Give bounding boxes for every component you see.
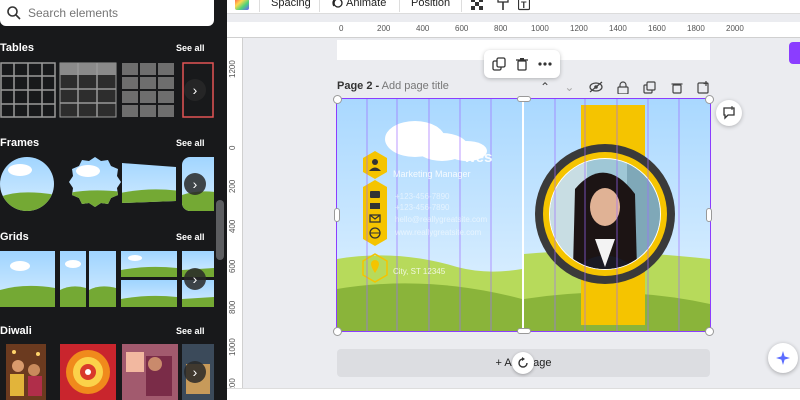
section-title-grids: Grids xyxy=(0,231,29,243)
card-website[interactable]: www.reallygreatsite.com xyxy=(395,228,481,237)
ruler-tick: 1200 xyxy=(570,24,588,33)
ruler-tick: 600 xyxy=(455,24,469,33)
table-thumbnails[interactable] xyxy=(0,62,214,118)
ruler-tick: 800 xyxy=(228,300,237,314)
ruler-horizontal: 0 200 400 600 800 1000 1200 1400 1600 18… xyxy=(227,22,800,38)
animate-label: Animate xyxy=(346,0,387,9)
canva-editor: Tables See all › xyxy=(0,0,800,400)
page-label: Page 2 - xyxy=(337,80,380,92)
hide-page-icon[interactable] xyxy=(589,81,603,93)
search-bar[interactable] xyxy=(0,0,214,26)
resize-handle-tr[interactable] xyxy=(705,95,714,104)
editor-toolbar: Spacing Animate Position T xyxy=(227,0,800,14)
section-title-diwali: Diwali xyxy=(0,325,32,337)
resize-handle-left[interactable] xyxy=(334,208,340,222)
paint-roller-icon[interactable] xyxy=(497,0,509,11)
magic-assistant-button[interactable] xyxy=(768,343,798,373)
comment-icon xyxy=(723,106,735,120)
card-phone-1[interactable]: +123-456-7890 xyxy=(395,192,450,201)
grid-thumbnails[interactable] xyxy=(0,250,214,308)
add-comment-button[interactable] xyxy=(716,100,742,126)
delete-page-icon[interactable] xyxy=(671,81,683,94)
spacing-button[interactable]: Spacing xyxy=(271,0,311,9)
ruler-tick: 1800 xyxy=(687,24,705,33)
card-job-title[interactable]: Marketing Manager xyxy=(393,169,471,179)
animate-button[interactable]: Animate xyxy=(331,0,386,9)
search-input[interactable] xyxy=(28,6,198,20)
ruler-tick: 0 xyxy=(228,145,237,150)
card-phone-2[interactable]: +123-456-7890 xyxy=(395,203,450,212)
search-icon xyxy=(7,6,21,20)
diwali-next-arrow[interactable]: › xyxy=(184,361,206,383)
trash-icon[interactable] xyxy=(515,57,529,71)
diwali-row: › xyxy=(0,344,214,400)
color-picker-icon[interactable] xyxy=(235,0,249,12)
frames-row: › xyxy=(0,155,214,213)
panel-scrollbar[interactable] xyxy=(216,200,224,260)
resize-handle-bottom[interactable] xyxy=(517,328,531,334)
page-controls: ⌃ ⌄ xyxy=(540,78,710,96)
ruler-tick: 2000 xyxy=(726,24,744,33)
resize-handle-right[interactable] xyxy=(706,208,712,222)
ruler-tick: 1400 xyxy=(609,24,627,33)
diwali-thumbnails[interactable] xyxy=(0,344,214,400)
ruler-tick: 400 xyxy=(228,219,237,233)
duplicate-page-icon[interactable] xyxy=(643,80,656,94)
lock-icon[interactable] xyxy=(617,80,629,94)
duplicate-icon[interactable] xyxy=(492,57,506,71)
ruler-tick: 200 xyxy=(377,24,391,33)
page-header[interactable]: Page 2 - Add page title xyxy=(337,80,449,92)
ruler-tick: 800 xyxy=(494,24,508,33)
position-label: Position xyxy=(411,0,451,9)
ruler-tick: 0 xyxy=(339,24,344,33)
frame-thumbnails[interactable] xyxy=(0,155,214,213)
sparkle-icon xyxy=(776,351,790,365)
rotate-button[interactable] xyxy=(512,352,534,374)
card-address[interactable]: City, ST 12345 xyxy=(393,267,445,276)
svg-text:T: T xyxy=(521,0,527,10)
animate-icon xyxy=(332,0,343,8)
spacing-label: Spacing xyxy=(271,0,311,9)
grids-row: › xyxy=(0,250,214,308)
ruler-tick: 1200 xyxy=(228,60,237,78)
card-email[interactable]: hello@reallygreatsite.com xyxy=(395,215,487,224)
ruler-vertical: 1200 0 200 400 600 800 1000 1200 xyxy=(227,38,243,400)
frames-next-arrow[interactable]: › xyxy=(184,173,206,195)
resize-handle-bl[interactable] xyxy=(333,327,342,336)
chevron-up-icon[interactable]: ⌃ xyxy=(540,80,550,94)
add-page-icon[interactable] xyxy=(697,80,710,94)
ruler-tick: 1000 xyxy=(228,338,237,356)
rotate-icon xyxy=(518,357,528,368)
more-options-icon[interactable] xyxy=(538,57,552,71)
ruler-tick: 200 xyxy=(228,179,237,193)
position-button[interactable]: Position xyxy=(411,0,450,9)
see-all-tables[interactable]: See all xyxy=(176,43,205,53)
see-all-frames[interactable]: See all xyxy=(176,138,205,148)
elements-panel: Tables See all › xyxy=(0,0,227,400)
bottom-status-bar xyxy=(227,388,800,400)
element-action-bar xyxy=(484,50,560,78)
text-box-icon[interactable]: T xyxy=(518,0,530,11)
see-all-grids[interactable]: See all xyxy=(176,232,205,242)
card-background xyxy=(337,99,710,331)
ruler-tick: 400 xyxy=(416,24,430,33)
resize-handle-br[interactable] xyxy=(705,327,714,336)
side-panel-tab[interactable] xyxy=(789,42,800,64)
page-2-canvas[interactable]: wes Marketing Manager +123-456-7890 +123… xyxy=(336,98,711,332)
grids-next-arrow[interactable]: › xyxy=(184,268,206,290)
page-title-input[interactable]: Add page title xyxy=(382,80,449,92)
see-all-diwali[interactable]: See all xyxy=(176,326,205,336)
transparency-icon[interactable] xyxy=(471,0,483,10)
ruler-tick: 1000 xyxy=(531,24,549,33)
chevron-down-icon[interactable]: ⌄ xyxy=(564,80,574,94)
tables-next-arrow[interactable]: › xyxy=(184,79,206,101)
ruler-tick: 1600 xyxy=(648,24,666,33)
resize-handle-top[interactable] xyxy=(517,96,531,102)
ruler-tick: 600 xyxy=(228,259,237,273)
resize-handle-tl[interactable] xyxy=(333,95,342,104)
card-name[interactable]: wes xyxy=(464,149,492,166)
section-title-tables: Tables xyxy=(0,42,35,54)
section-title-frames: Frames xyxy=(0,137,40,149)
tables-row: › xyxy=(0,62,214,118)
